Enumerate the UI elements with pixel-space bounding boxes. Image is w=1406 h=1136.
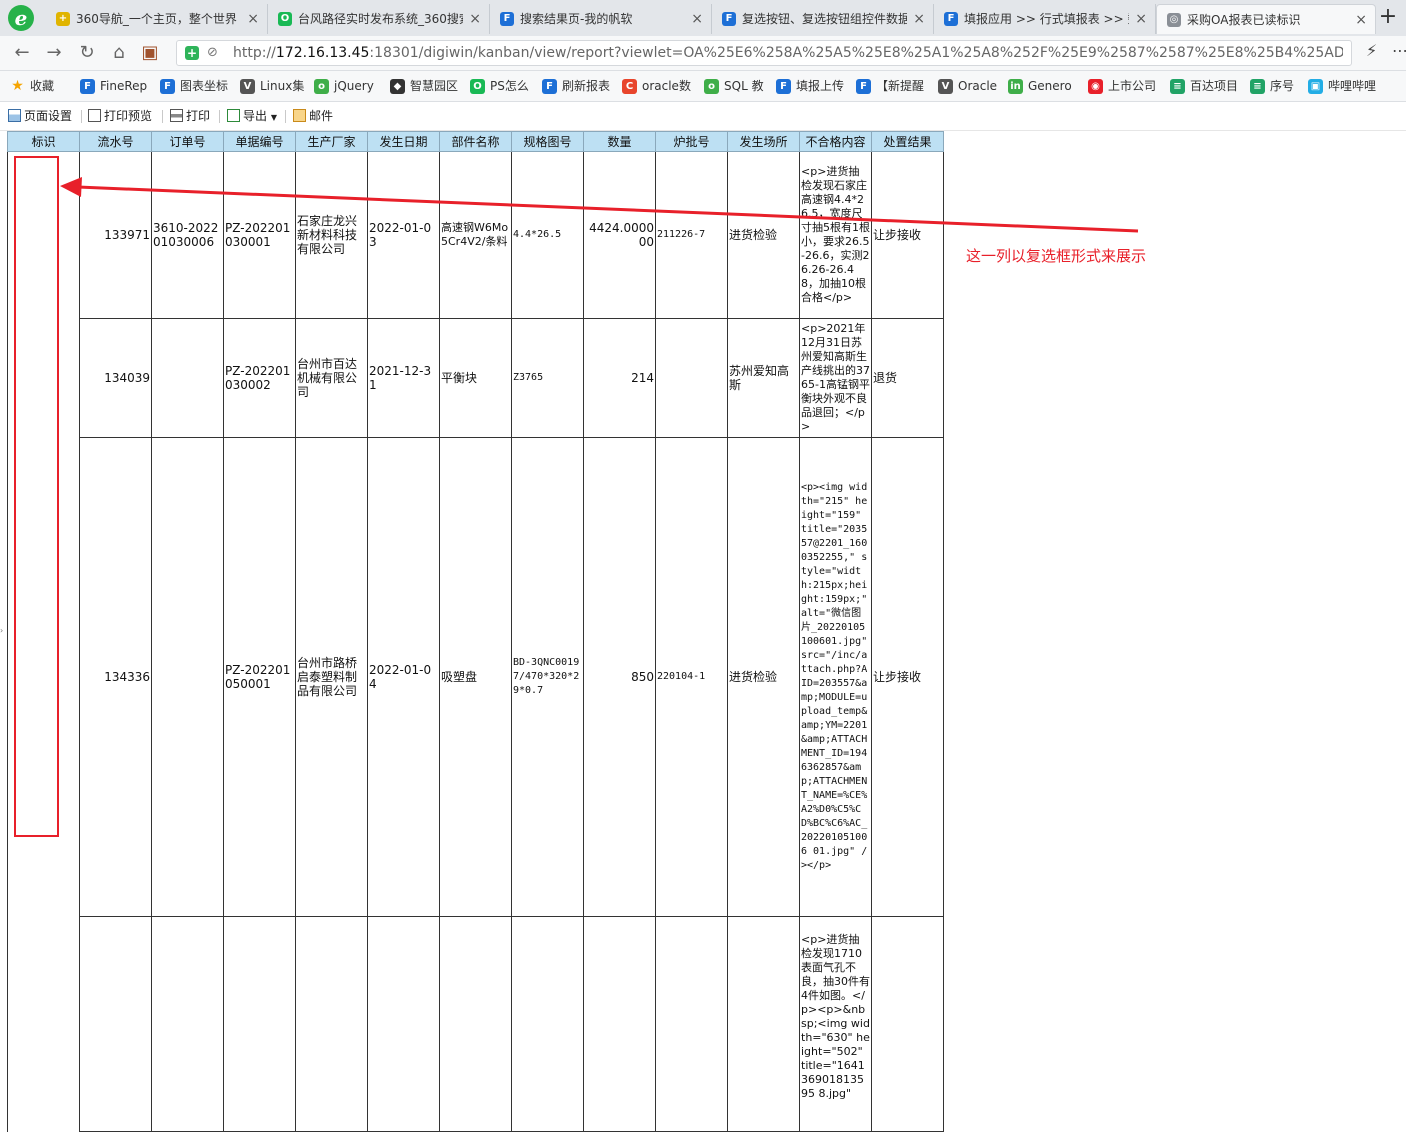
annotation-arrow-icon [60, 177, 1139, 233]
annotation-text: 这一列以复选框形式来展示 [966, 247, 1147, 265]
side-panel-grip-icon[interactable]: › [0, 626, 3, 635]
